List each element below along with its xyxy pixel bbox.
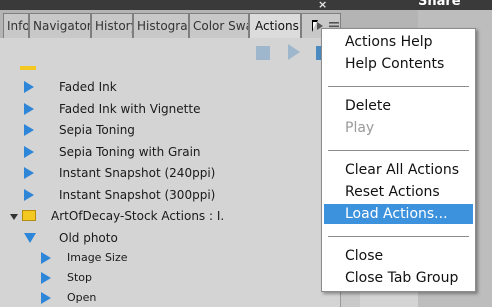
menu-item-help-contents[interactable]: Help Contents — [322, 54, 475, 74]
menu-item-play: Play — [345, 120, 375, 136]
share-button[interactable]: Share — [418, 0, 461, 9]
list-item[interactable]: Faded Ink — [0, 76, 340, 98]
expand-icon[interactable] — [41, 272, 51, 284]
collapse-icon[interactable] — [24, 233, 36, 243]
list-item[interactable]: Instant Snapshot (300ppi) — [0, 184, 340, 206]
tab-color-swatches[interactable]: Color Swatches — [189, 13, 249, 38]
step-row[interactable]: Stop — [0, 267, 340, 289]
tab-actions[interactable]: Actions — [249, 13, 301, 39]
step-row[interactable]: Image Size — [0, 247, 340, 269]
step-row[interactable]: Open — [0, 287, 340, 307]
menu-item-load-actions[interactable]: Load Actions... — [324, 204, 473, 224]
stop-icon[interactable] — [256, 46, 270, 60]
expand-icon[interactable] — [24, 146, 34, 158]
panel-options-menu: Actions Help Help Contents Delete Play C… — [321, 28, 476, 292]
expand-icon[interactable] — [24, 167, 34, 179]
action-row[interactable]: Old photo — [0, 227, 340, 249]
actions-list: Faded Ink Faded Ink with Vignette Sepia … — [0, 66, 340, 307]
menu-separator — [328, 150, 469, 151]
expand-icon[interactable] — [41, 252, 51, 264]
collapse-icon[interactable] — [10, 214, 18, 220]
action-set-row[interactable]: ArtOfDecay-Stock Actions : I. — [0, 205, 340, 227]
menu-item-delete[interactable]: Delete — [322, 96, 475, 116]
folder-icon — [20, 66, 36, 70]
expand-icon[interactable] — [24, 189, 34, 201]
menu-item-close[interactable]: Close — [322, 246, 475, 266]
tab-history[interactable]: History — [91, 13, 133, 38]
list-item[interactable]: Sepia Toning with Grain — [0, 141, 340, 163]
expand-icon[interactable] — [24, 103, 34, 115]
expand-icon[interactable] — [24, 124, 34, 136]
menu-item-reset-actions[interactable]: Reset Actions — [322, 182, 475, 202]
expand-icon[interactable] — [24, 81, 34, 93]
expand-icon[interactable] — [41, 292, 51, 304]
mouse-cursor-fill — [313, 22, 317, 30]
play-icon[interactable] — [288, 44, 300, 60]
tab-info[interactable]: Info — [3, 13, 29, 38]
list-item[interactable]: Sepia Toning — [0, 119, 340, 141]
menu-separator — [328, 236, 469, 237]
menu-item-close-tab-group[interactable]: Close Tab Group — [322, 268, 475, 288]
tab-histogram[interactable]: Histogram — [133, 13, 189, 38]
menu-separator — [328, 86, 469, 87]
list-item[interactable]: Instant Snapshot (240ppi) — [0, 162, 340, 184]
folder-icon — [22, 210, 36, 221]
menu-item-actions-help[interactable]: Actions Help — [322, 32, 475, 52]
menu-item-clear-all-actions[interactable]: Clear All Actions — [322, 160, 475, 180]
list-item[interactable]: Faded Ink with Vignette — [0, 98, 340, 120]
tab-navigator[interactable]: Navigator — [29, 13, 91, 38]
